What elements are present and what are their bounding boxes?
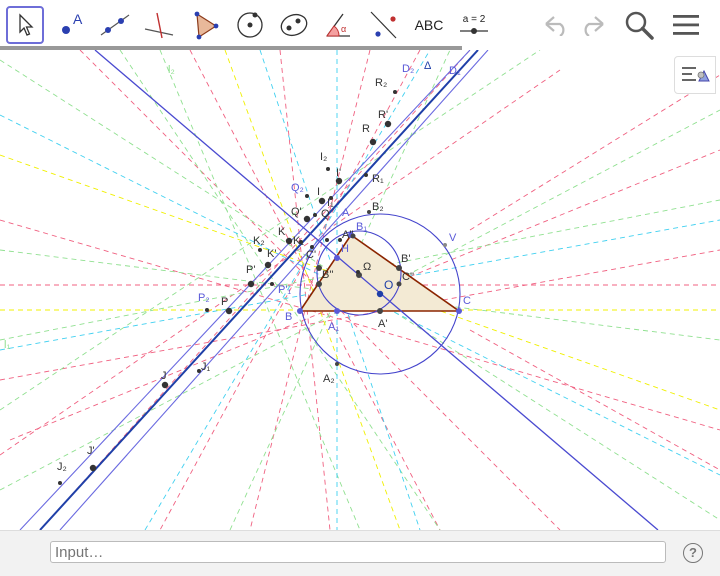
svg-text:Q: Q [321, 208, 330, 220]
ellipse-tool-button[interactable] [275, 6, 313, 44]
svg-text:P': P' [246, 264, 255, 276]
svg-text:l₁: l₁ [4, 339, 10, 351]
svg-text:B': B' [401, 253, 410, 265]
redo-button[interactable] [574, 6, 612, 44]
svg-text:P'₁: P'₁ [278, 284, 291, 296]
style-bar-toggle-button[interactable] [674, 56, 716, 94]
slider-icon: a = 2 [460, 14, 488, 34]
undo-icon [545, 16, 565, 36]
svg-text:I: I [317, 186, 320, 198]
reflect-tool-button[interactable] [365, 6, 403, 44]
svg-text:A: A [342, 207, 350, 219]
input-bar: ? [0, 530, 720, 576]
move-tool-button[interactable] [6, 6, 44, 44]
reflect-icon [370, 11, 397, 39]
svg-text:C: C [463, 295, 471, 307]
svg-text:V: V [449, 232, 457, 244]
search-icon [625, 11, 654, 40]
svg-text:Δ: Δ [424, 60, 432, 72]
polygon-tool-button[interactable] [186, 6, 224, 44]
svg-text:R': R' [378, 109, 388, 121]
svg-text:B'': B'' [322, 269, 334, 281]
svg-text:J': J' [87, 445, 95, 457]
point-A-icon: A [62, 11, 83, 34]
svg-text:H: H [341, 243, 349, 255]
svg-text:B₂: B₂ [372, 201, 384, 213]
graphics-view[interactable]: A B C O H Ω A' B' C' B'' C'' A'' A₁ A₂ B… [0, 50, 720, 530]
algebra-input[interactable] [50, 541, 666, 563]
point-tool-button[interactable]: A [52, 6, 90, 44]
menu-button[interactable] [667, 6, 705, 44]
svg-text:R: R [362, 123, 370, 135]
svg-text:B₁: B₁ [356, 221, 367, 233]
svg-text:I₂: I₂ [320, 151, 327, 163]
svg-text:J₁: J₁ [201, 361, 211, 373]
svg-text:Q': Q' [291, 206, 302, 218]
svg-text:Ω: Ω [363, 261, 371, 273]
undo-button[interactable] [537, 6, 575, 44]
perpendicular-line-tool-button[interactable] [140, 6, 178, 44]
svg-text:I': I' [336, 167, 341, 179]
slider-tool-label: a = 2 [463, 14, 486, 25]
svg-text:P: P [221, 296, 228, 308]
svg-text:K₁: K₁ [293, 235, 304, 247]
svg-text:R₂: R₂ [375, 77, 387, 89]
svg-text:R₁: R₁ [372, 173, 384, 185]
arrow-cursor-icon [19, 13, 34, 36]
ellipse-icon [280, 13, 308, 37]
svg-text:K': K' [267, 248, 276, 260]
svg-text:J: J [161, 370, 167, 382]
redo-icon [584, 16, 604, 36]
svg-text:C': C' [306, 249, 316, 261]
svg-text:D₁: D₁ [449, 65, 461, 77]
svg-text:A'': A'' [342, 229, 354, 241]
circle-tool-button[interactable] [231, 6, 269, 44]
svg-text:A₂: A₂ [323, 373, 335, 385]
hamburger-menu-icon [673, 15, 699, 35]
svg-text:A': A' [378, 318, 387, 330]
svg-text:K: K [278, 226, 286, 238]
svg-text:K₂: K₂ [253, 235, 265, 247]
svg-text:α: α [341, 24, 346, 34]
triangle-icon [194, 11, 219, 40]
angle-icon: α [326, 13, 350, 37]
svg-text:Q₂: Q₂ [291, 182, 304, 194]
geometry-canvas[interactable]: A B C O H Ω A' B' C' B'' C'' A'' A₁ A₂ B… [0, 50, 720, 530]
toolbar: A α ABC a = 2 [0, 0, 720, 50]
style-bar-icon [682, 67, 710, 82]
svg-text:P₂: P₂ [198, 292, 210, 304]
angle-tool-button[interactable]: α [320, 6, 358, 44]
help-icon[interactable]: ? [683, 543, 703, 563]
svg-text:C'': C'' [402, 271, 414, 283]
line-tool-button[interactable] [96, 6, 134, 44]
svg-text:l₂: l₂ [168, 64, 175, 76]
svg-text:D₂: D₂ [402, 63, 414, 75]
svg-text:A: A [73, 11, 83, 27]
svg-text:A₁: A₁ [328, 321, 339, 333]
slider-tool-button[interactable]: a = 2 [455, 6, 493, 44]
circle-center-icon [237, 12, 263, 38]
svg-text:J₂: J₂ [57, 461, 67, 473]
svg-text:O: O [384, 278, 393, 292]
svg-text:B: B [285, 311, 292, 323]
text-tool-button[interactable]: ABC [410, 6, 448, 44]
text-tool-label: ABC [414, 17, 444, 33]
line-through-points-icon [100, 14, 130, 36]
perpendicular-icon [144, 12, 174, 39]
search-button[interactable] [620, 6, 658, 44]
